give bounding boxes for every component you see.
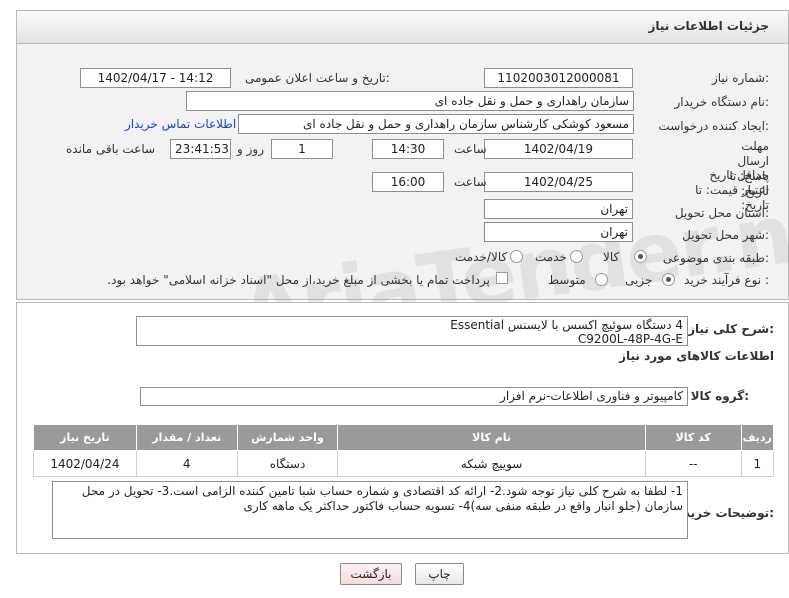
description-line-2: C9200L-48P-4G-E <box>577 332 683 346</box>
price-time-field: 16:00 <box>372 172 444 192</box>
buyer-notes-textarea: 1- لطفا به شرح کلی نیاز توجه شود.2- ارائ… <box>52 481 688 539</box>
need-number-field: 1102003012000081 <box>484 68 633 88</box>
purchase-medium-radio[interactable] <box>595 273 608 286</box>
reply-time-field: 14:30 <box>372 139 444 159</box>
back-button[interactable]: بازگشت <box>340 563 402 585</box>
col-row-header: ردیف <box>740 424 775 451</box>
col-code-header: کد کالا <box>644 424 742 451</box>
cell-code: -- <box>644 450 742 477</box>
city-field: تهران <box>484 222 633 242</box>
days-label: روز و <box>237 142 264 156</box>
category-service-radio[interactable] <box>570 250 583 263</box>
cell-unit: دستگاه <box>236 450 339 477</box>
category-label: طبقه بندی موضوعی: <box>662 251 769 265</box>
col-unit-header: واحد شمارش <box>236 424 339 451</box>
category-goods-service-radio[interactable] <box>510 250 523 263</box>
announce-field: 1402/04/17 - 14:12 <box>80 68 231 88</box>
buyer-org-field: سازمان راهداری و حمل و نقل جاده ای <box>186 91 634 111</box>
price-time-label: ساعت <box>454 175 487 189</box>
purchase-type-label: نوع فرآیند خرید : <box>684 273 769 287</box>
category-goods-radio[interactable] <box>634 250 647 263</box>
description-line-1: 4 دستگاه سوئیچ اکسس با لایسنس Essential <box>450 318 683 332</box>
purchase-minor-label: جزیی <box>625 273 653 287</box>
col-date-header: تاریخ نیاز <box>33 424 137 451</box>
cell-name: سوییچ شبکه <box>337 450 646 477</box>
print-button[interactable]: چاپ <box>415 563 464 585</box>
cell-row: 1 <box>740 450 775 477</box>
purchase-medium-label: متوسط <box>548 273 586 287</box>
purchase-note: پرداخت تمام یا بخشی از مبلغ خرید،از محل … <box>107 273 490 287</box>
table-row: 1 -- سوییچ شبکه دستگاه 4 1402/04/24 <box>33 450 775 477</box>
category-goods-service-label: کالا/خدمت <box>455 250 508 264</box>
category-service-label: خدمت <box>535 250 567 264</box>
category-goods-label: کالا <box>603 250 620 264</box>
reply-time-label: ساعت <box>454 142 487 156</box>
treasury-payment-checkbox[interactable] <box>496 272 508 284</box>
description-label: شرح کلی نیاز: <box>688 322 774 336</box>
buyer-org-label: نام دستگاه خریدار: <box>674 95 770 109</box>
description-textarea: 4 دستگاه سوئیچ اکسس با لایسنس Essential … <box>136 316 688 346</box>
need-number-label: شماره نیاز: <box>711 71 769 85</box>
cell-date: 1402/04/24 <box>33 450 137 477</box>
cell-quantity: 4 <box>135 450 238 477</box>
goods-group-label: گروه کالا: <box>690 389 749 403</box>
days-field: 1 <box>271 139 333 159</box>
purchase-minor-radio[interactable] <box>662 273 675 286</box>
remaining-label: ساعت باقی مانده <box>66 142 156 156</box>
page-title: جزئیات اطلاعات نیاز <box>648 19 769 33</box>
price-date-field: 1402/04/25 <box>484 172 633 192</box>
remaining-time-field: 23:41:53 <box>170 139 231 159</box>
col-name-header: نام کالا <box>337 424 646 451</box>
goods-group-field: کامپیوتر و فناوری اطلاعات-نرم افزار <box>140 387 688 406</box>
province-label: استان محل تحویل: <box>674 206 769 220</box>
city-label: شهر محل تحویل: <box>682 228 769 242</box>
buyer-contact-link[interactable]: اطلاعات تماس خریدار <box>125 117 236 131</box>
announce-label: تاریخ و ساعت اعلان عمومی: <box>245 71 390 85</box>
goods-info-title: اطلاعات کالاهای مورد نیاز <box>619 349 774 363</box>
col-quantity-header: تعداد / مقدار <box>135 424 238 451</box>
province-field: تهران <box>484 199 633 219</box>
creator-label: ایجاد کننده درخواست: <box>658 119 769 133</box>
goods-table: ردیف کد کالا نام کالا واحد شمارش تعداد /… <box>33 424 775 477</box>
creator-field: مسعود کوشکی کارشناس سازمان راهداری و حمل… <box>238 114 634 134</box>
reply-date-field: 1402/04/19 <box>484 139 633 159</box>
